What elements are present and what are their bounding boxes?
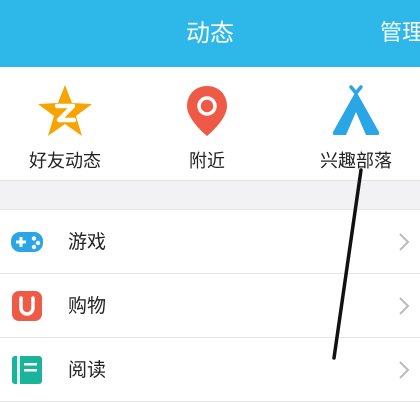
list-item-reading[interactable]: 阅读 (0, 338, 420, 402)
quick-item-label: 附近 (189, 151, 225, 172)
tent-icon (327, 82, 385, 144)
shopping-icon (10, 289, 44, 323)
qzone-star-icon (36, 82, 94, 144)
chevron-right-icon (398, 360, 410, 384)
top-navigation-bar: 动态 管理 (0, 0, 420, 67)
manage-button[interactable]: 管理 (380, 0, 420, 67)
feature-list: 游戏 购物 阅读 (0, 210, 420, 402)
quick-item-label: 好友动态 (29, 151, 101, 172)
list-item-games[interactable]: 游戏 (0, 210, 420, 274)
quick-item-friends-feed[interactable]: 好友动态 (0, 67, 130, 180)
chevron-right-icon (398, 232, 410, 256)
quick-item-nearby[interactable]: 附近 (142, 67, 272, 180)
location-pin-icon (178, 82, 236, 144)
gamepad-icon (10, 225, 44, 259)
book-icon (10, 353, 44, 387)
page-title: 动态 (186, 19, 234, 47)
chevron-right-icon (398, 296, 410, 320)
quick-item-interest-tribe[interactable]: 兴趣部落 (291, 67, 420, 180)
list-item-shopping[interactable]: 购物 (0, 274, 420, 338)
quick-access-row: 好友动态 附近 兴趣部落 (0, 67, 420, 180)
section-separator (0, 180, 420, 210)
quick-item-label: 兴趣部落 (320, 151, 392, 172)
list-item-label: 购物 (68, 295, 107, 317)
list-item-label: 阅读 (68, 359, 107, 381)
list-item-label: 游戏 (68, 231, 107, 253)
